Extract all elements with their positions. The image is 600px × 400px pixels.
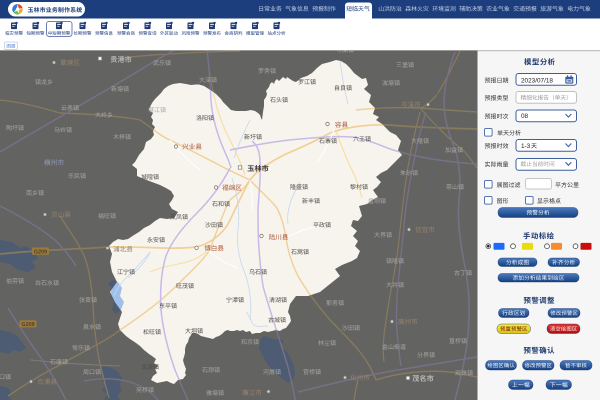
svg-text:G209: G209 — [21, 322, 34, 328]
svg-text:G209: G209 — [34, 250, 47, 256]
svg-text:2023/07/18: 2023/07/18 — [521, 77, 553, 84]
svg-text:1-3: 1-3 — [521, 143, 531, 150]
svg-text:08: 08 — [521, 113, 529, 120]
